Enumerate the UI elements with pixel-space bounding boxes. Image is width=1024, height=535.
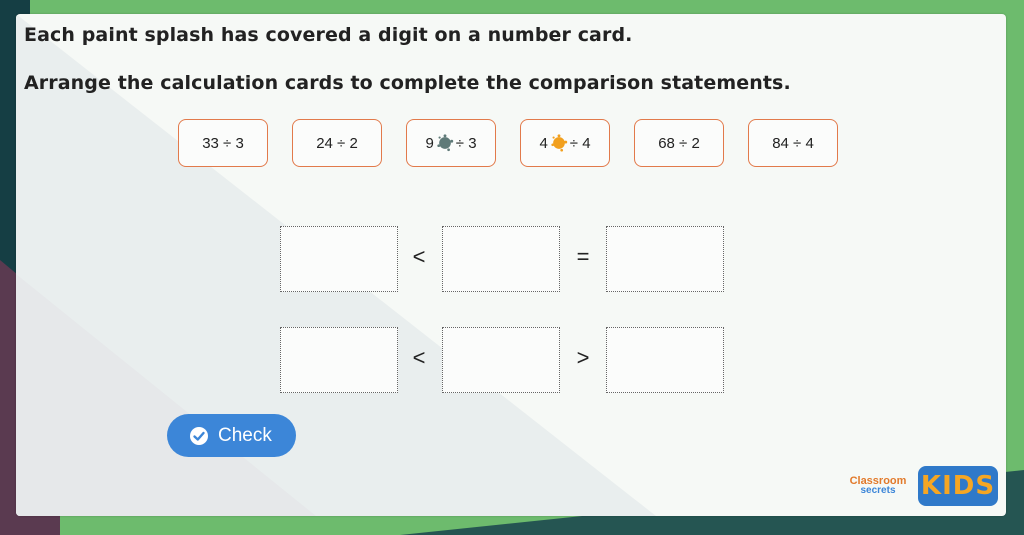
greater-than-symbol: >: [576, 345, 590, 370]
brand-line-2: secrets: [860, 485, 896, 496]
question-panel: Each paint splash has covered a digit on…: [16, 14, 1006, 516]
check-button-label: Check: [218, 424, 272, 446]
calc-card-9-splash-div-3[interactable]: 9 ÷ 3: [406, 119, 496, 167]
calc-card-68-div-2[interactable]: 68 ÷ 2: [634, 119, 724, 167]
drop-slot-1c[interactable]: [606, 226, 724, 292]
card-text-before: 4: [539, 134, 548, 152]
check-button[interactable]: Check: [167, 414, 296, 457]
calc-card-24-div-2[interactable]: 24 ÷ 2: [292, 119, 382, 167]
less-than-symbol: <: [412, 345, 426, 370]
drop-slot-2b[interactable]: [442, 327, 560, 393]
kids-logo: KIDS: [918, 466, 998, 506]
instruction-line-1: Each paint splash has covered a digit on…: [24, 24, 633, 46]
card-text-after: ÷ 4: [569, 134, 591, 152]
kids-logo-text: KIDS: [920, 471, 996, 501]
less-than-symbol: <: [412, 244, 426, 269]
card-text: 24 ÷ 2: [316, 134, 358, 152]
equals-symbol: =: [576, 244, 590, 269]
card-text-before: 9: [425, 134, 434, 152]
grey-paint-splash-icon: [437, 134, 453, 152]
drop-slot-1b[interactable]: [442, 226, 560, 292]
classroom-secrets-logo: Classroom secrets: [842, 476, 914, 496]
orange-paint-splash-icon: [551, 134, 567, 152]
card-text: 84 ÷ 4: [772, 134, 814, 152]
drop-slot-2a[interactable]: [280, 327, 398, 393]
card-text: 33 ÷ 3: [202, 134, 244, 152]
calc-card-4-splash-div-4[interactable]: 4 ÷ 4: [520, 119, 610, 167]
instruction-line-2: Arrange the calculation cards to complet…: [24, 72, 791, 94]
check-circle-icon: [190, 426, 208, 445]
calc-card-84-div-4[interactable]: 84 ÷ 4: [748, 119, 838, 167]
card-text-after: ÷ 3: [455, 134, 477, 152]
calc-card-33-div-3[interactable]: 33 ÷ 3: [178, 119, 268, 167]
drop-slot-1a[interactable]: [280, 226, 398, 292]
drop-slot-2c[interactable]: [606, 327, 724, 393]
card-text: 68 ÷ 2: [658, 134, 700, 152]
